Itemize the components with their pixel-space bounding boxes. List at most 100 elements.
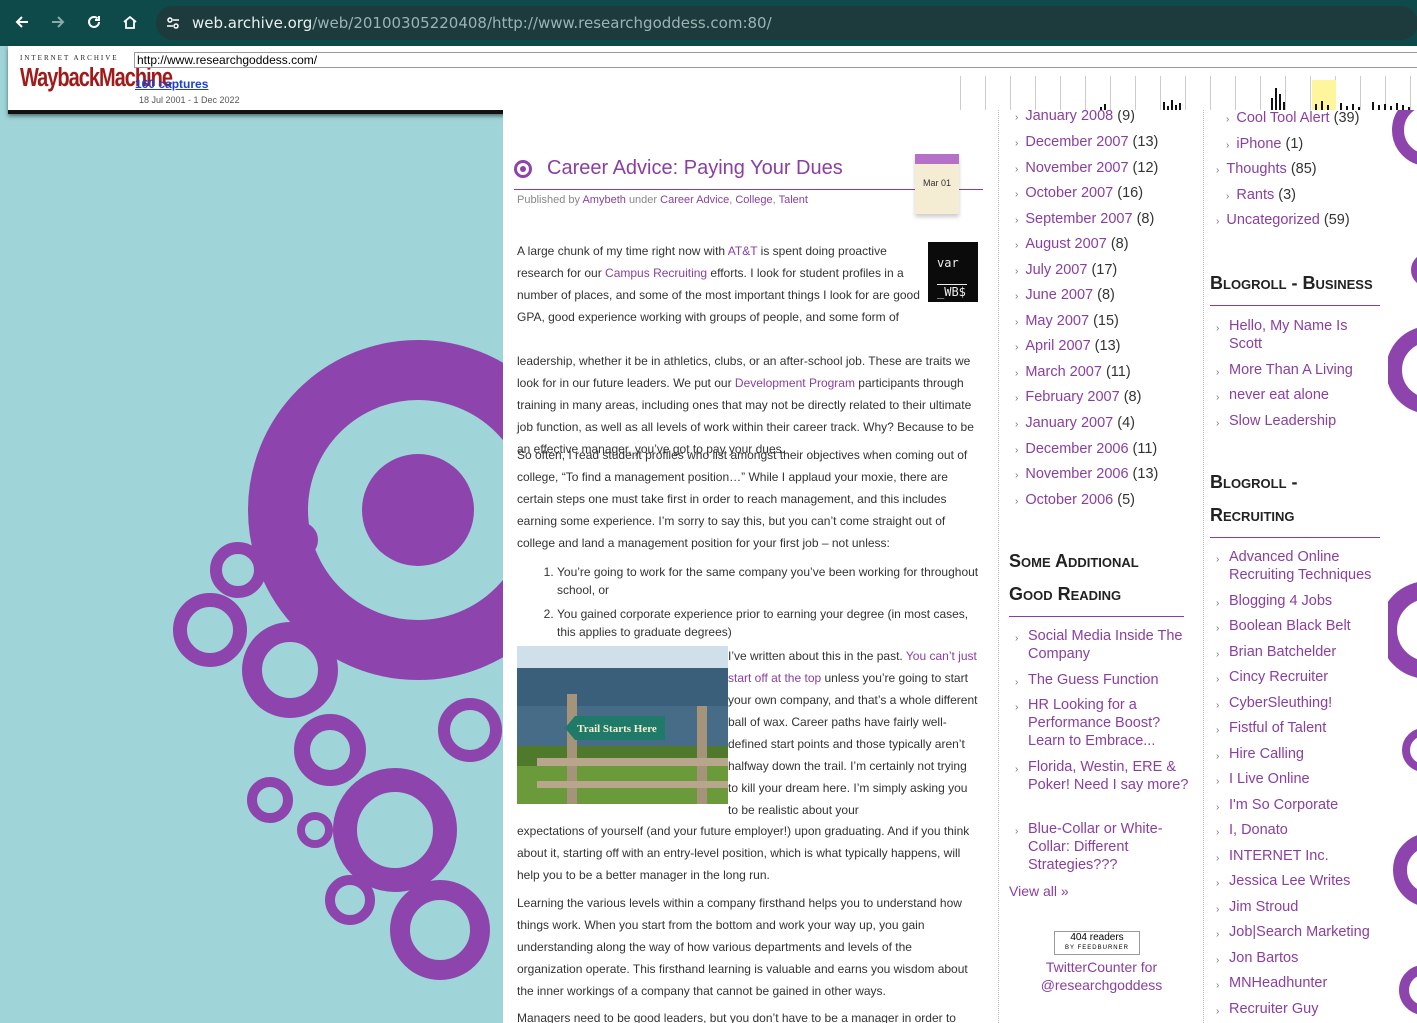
blogroll-item[interactable]: › Cincy Recruiter [1216, 668, 1328, 686]
blogroll-item[interactable]: › More Than A Living [1216, 361, 1379, 379]
reading-link[interactable]: Florida, Westin, ERE & Poker! Need I say… [1028, 759, 1188, 793]
blogroll-item[interactable]: › I Live Online [1216, 770, 1310, 788]
blogroll-link[interactable]: Hire Calling [1229, 746, 1304, 762]
archive-link[interactable]: August 2007 [1025, 236, 1106, 252]
archive-item[interactable]: › February 2007 (8) [1015, 389, 1141, 405]
blogroll-link[interactable]: CyberSleuthing! [1229, 695, 1332, 711]
blogroll-link[interactable]: Jessica Lee Writes [1229, 873, 1350, 889]
archive-link[interactable]: February 2007 [1025, 389, 1119, 405]
archive-link[interactable]: April 2007 [1025, 338, 1090, 354]
blogroll-link[interactable]: Fistful of Talent [1229, 720, 1326, 736]
reload-button[interactable] [80, 8, 108, 36]
archive-link[interactable]: September 2007 [1025, 211, 1132, 227]
home-button[interactable] [116, 8, 144, 36]
archive-item[interactable]: › November 2007 (12) [1015, 160, 1158, 176]
archive-link[interactable]: November 2006 [1025, 466, 1128, 482]
category-item[interactable]: › Rants (3) [1226, 187, 1296, 203]
archive-item[interactable]: › September 2007 (8) [1015, 211, 1154, 227]
blogroll-item[interactable]: › Blogging 4 Jobs [1216, 592, 1332, 610]
archive-link[interactable]: January 2008 [1025, 110, 1113, 124]
blogroll-item[interactable]: › MNHeadhunter [1216, 974, 1327, 992]
blogroll-item[interactable]: › Hello, My Name Is Scott [1216, 317, 1379, 353]
category-link[interactable]: Thoughts [1226, 161, 1286, 177]
archive-item[interactable]: › May 2007 (15) [1015, 313, 1119, 329]
archive-link[interactable]: November 2007 [1025, 160, 1128, 176]
archive-item[interactable]: › October 2007 (16) [1015, 185, 1143, 201]
archive-item[interactable]: › June 2007 (8) [1015, 287, 1115, 303]
blogroll-item[interactable]: › Jim Stroud [1216, 898, 1298, 916]
archive-item[interactable]: › April 2007 (13) [1015, 338, 1120, 354]
blogroll-link[interactable]: Blogging 4 Jobs [1229, 593, 1332, 609]
blogroll-link[interactable]: MNHeadhunter [1229, 975, 1327, 991]
blogroll-item[interactable]: › Jessica Lee Writes [1216, 872, 1350, 890]
blogroll-link[interactable]: Hello, My Name Is Scott [1229, 318, 1347, 352]
blogroll-link[interactable]: Brian Batchelder [1229, 644, 1336, 660]
blogroll-item[interactable]: › Advanced Online Recruiting Techniques [1216, 548, 1379, 584]
category-link[interactable]: Career Advice [660, 194, 729, 206]
archive-link[interactable]: January 2007 [1025, 415, 1113, 431]
archive-link[interactable]: June 2007 [1025, 287, 1093, 303]
blogroll-link[interactable]: Job|Search Marketing [1229, 924, 1370, 940]
archive-link[interactable]: March 2007 [1025, 364, 1102, 380]
blogroll-link[interactable]: Jim Stroud [1229, 899, 1298, 915]
reading-item[interactable]: › Florida, Westin, ERE & Poker! Need I sa… [1015, 758, 1193, 794]
archive-item[interactable]: › January 2007 (4) [1015, 415, 1135, 431]
blogroll-link[interactable]: Advanced Online Recruiting Techniques [1229, 549, 1371, 583]
captures-link[interactable]: 160 captures [135, 77, 208, 91]
blogroll-link[interactable]: Slow Leadership [1229, 413, 1336, 429]
author-link[interactable]: Amybeth [582, 194, 625, 206]
archive-item[interactable]: › November 2006 (13) [1015, 466, 1158, 482]
archive-link[interactable]: July 2007 [1025, 262, 1087, 278]
category-link[interactable]: iPhone [1236, 136, 1281, 152]
reading-item[interactable]: › Social Media Inside The Company [1015, 627, 1188, 663]
blogroll-item[interactable]: › Slow Leadership [1216, 412, 1379, 430]
blogroll-item[interactable]: › INTERNET Inc. [1216, 847, 1329, 865]
blogroll-link[interactable]: More Than A Living [1229, 362, 1353, 378]
archive-link[interactable]: October 2006 [1025, 492, 1113, 508]
campus-recruiting-link[interactable]: Campus Recruiting [605, 266, 707, 280]
address-bar[interactable]: web.archive.org/web/20100305220408/http:… [156, 6, 1417, 40]
category-link[interactable]: Cool Tool Alert [1236, 110, 1329, 126]
archive-link[interactable]: May 2007 [1025, 313, 1089, 329]
back-button[interactable] [8, 8, 36, 36]
reading-item[interactable]: › Blue-Collar or White-Collar: Different … [1015, 820, 1188, 874]
blogroll-item[interactable]: › Recruiter Guy [1216, 1000, 1318, 1018]
reading-link[interactable]: Blue-Collar or White-Collar: Different S… [1028, 821, 1163, 873]
blogroll-link[interactable]: I'm So Corporate [1229, 797, 1338, 813]
blogroll-link[interactable]: Recruiter Guy [1229, 1001, 1318, 1017]
archive-item[interactable]: › August 2007 (8) [1015, 236, 1129, 252]
blogroll-link[interactable]: INTERNET Inc. [1229, 848, 1329, 864]
blogroll-item[interactable]: › Brian Batchelder [1216, 643, 1336, 661]
category-link[interactable]: Rants [1236, 187, 1274, 203]
archive-item[interactable]: › December 2006 (11) [1015, 441, 1157, 457]
archive-link[interactable]: October 2007 [1025, 185, 1113, 201]
category-item[interactable]: › Cool Tool Alert (39) [1226, 110, 1359, 126]
view-all-link[interactable]: View all » [1009, 883, 1069, 899]
capture-graph[interactable] [960, 66, 1417, 110]
att-link[interactable]: AT&T [728, 244, 758, 258]
archive-item[interactable]: › December 2007 (13) [1015, 134, 1158, 150]
blogroll-link[interactable]: never eat alone [1229, 387, 1329, 403]
archive-item[interactable]: › March 2007 (11) [1015, 364, 1131, 380]
blogroll-item[interactable]: › never eat alone [1216, 386, 1379, 404]
post-title[interactable]: Career Advice: Paying Your Dues [547, 157, 843, 180]
reading-item[interactable]: › The Guess Function [1015, 671, 1188, 689]
reading-link[interactable]: Social Media Inside The Company [1028, 628, 1183, 662]
blogroll-link[interactable]: I, Donato [1229, 822, 1288, 838]
category-link[interactable]: Talent [779, 194, 808, 206]
blogroll-item[interactable]: › Jon Bartos [1216, 949, 1298, 967]
feedburner-badge[interactable]: 404 readers BY FEEDBURNER [1054, 931, 1140, 955]
blogroll-item[interactable]: › Job|Search Marketing [1216, 923, 1370, 941]
archive-link[interactable]: December 2007 [1025, 134, 1128, 150]
twittercounter-image[interactable]: TwitterCounter for @researchgoddess [1009, 958, 1194, 994]
blogroll-link[interactable]: Boolean Black Belt [1229, 618, 1351, 634]
reading-link[interactable]: The Guess Function [1028, 672, 1159, 688]
development-program-link[interactable]: Development Program [735, 376, 855, 390]
blogroll-item[interactable]: › Fistful of Talent [1216, 719, 1326, 737]
blogroll-item[interactable]: › CyberSleuthing! [1216, 694, 1332, 712]
reading-item[interactable]: › HR Looking for a Performance Boost? Lea… [1015, 696, 1188, 750]
archive-link[interactable]: December 2006 [1025, 441, 1128, 457]
category-item[interactable]: › Thoughts (85) [1216, 161, 1317, 177]
archive-item[interactable]: › July 2007 (17) [1015, 262, 1117, 278]
archive-item[interactable]: › October 2006 (5) [1015, 492, 1135, 508]
